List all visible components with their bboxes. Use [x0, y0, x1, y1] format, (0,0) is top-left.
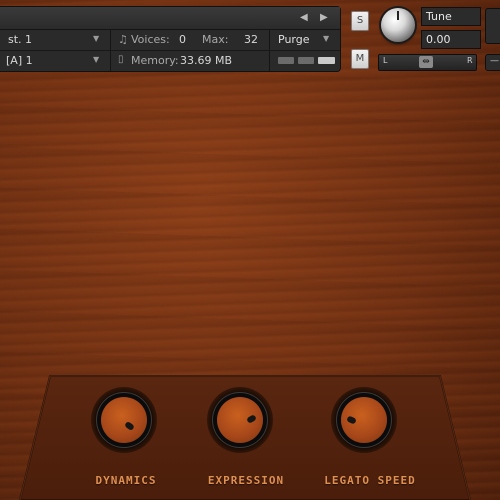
expression-label: EXPRESSION: [207, 474, 285, 487]
dynamics-knob-indicator: [124, 420, 135, 432]
dynamics-label: DYNAMICS: [95, 474, 157, 487]
legato-speed-knob[interactable]: [341, 397, 387, 443]
expression-knob-indicator: [246, 414, 257, 424]
expression-knob[interactable]: [217, 397, 263, 443]
dynamics-knob[interactable]: [101, 397, 147, 443]
legato-speed-knob-indicator: [346, 415, 357, 425]
legato-speed-label: LEGATO SPEED: [324, 474, 416, 487]
